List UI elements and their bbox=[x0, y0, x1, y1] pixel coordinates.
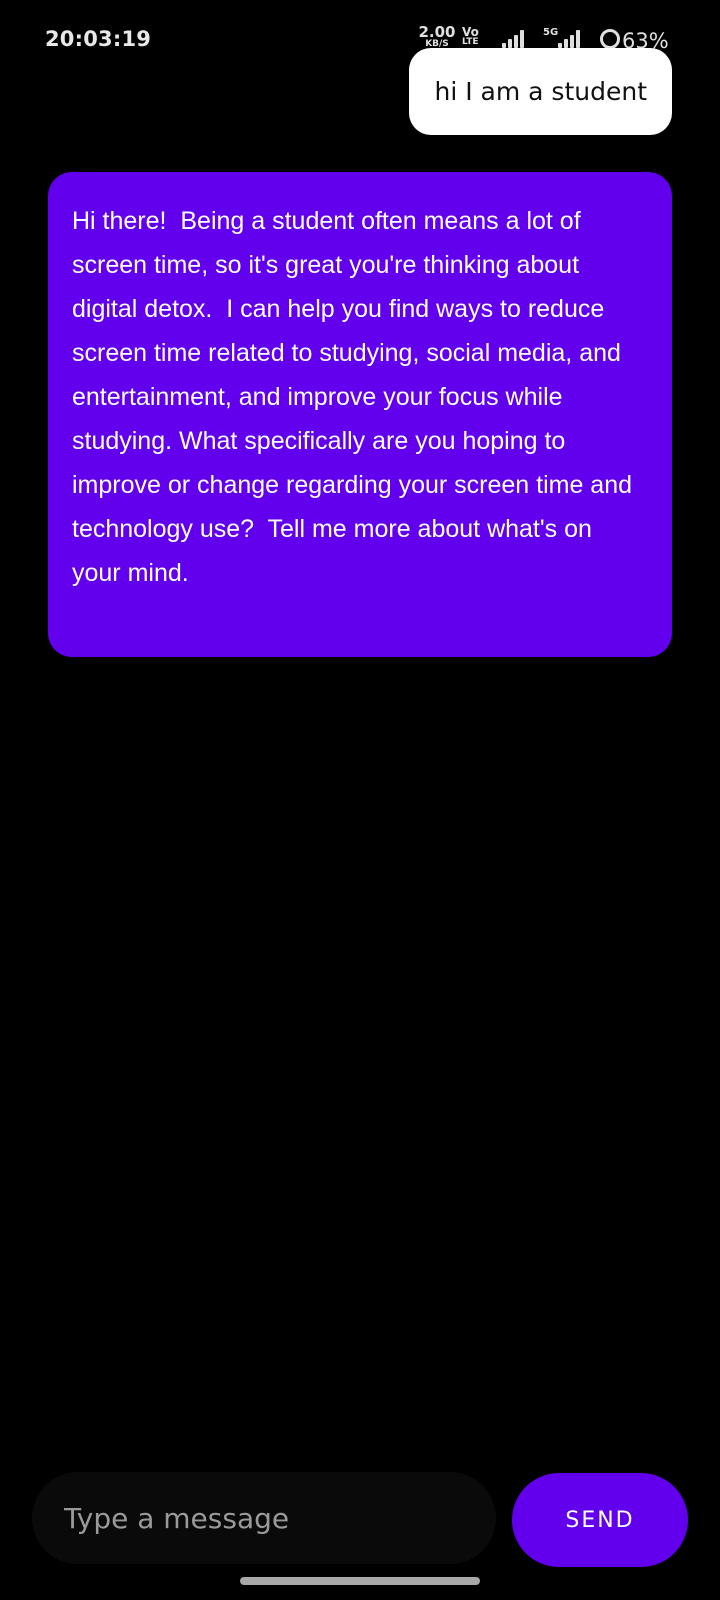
fiveg-label: 5G bbox=[543, 27, 559, 38]
network-speed-indicator: 2.00 KB/S bbox=[416, 25, 458, 49]
bot-message-bubble: Hi there! Being a student often means a … bbox=[48, 172, 672, 657]
message-input[interactable] bbox=[32, 1472, 496, 1564]
signal-strength-icon bbox=[502, 30, 530, 48]
battery-icon bbox=[600, 29, 620, 49]
user-message-text: hi I am a student bbox=[434, 77, 647, 106]
volte-indicator: Vo LTE bbox=[462, 26, 479, 47]
send-button[interactable]: SEND bbox=[512, 1473, 688, 1567]
bot-message-text: Hi there! Being a student often means a … bbox=[72, 207, 639, 587]
network-speed-value: 2.00 bbox=[418, 23, 456, 41]
signal-strength-5g-icon bbox=[558, 30, 586, 48]
user-message-bubble: hi I am a student bbox=[409, 48, 672, 135]
home-indicator[interactable] bbox=[240, 1577, 480, 1585]
lte-label: LTE bbox=[462, 37, 479, 47]
status-time: 20:03:19 bbox=[45, 27, 152, 51]
